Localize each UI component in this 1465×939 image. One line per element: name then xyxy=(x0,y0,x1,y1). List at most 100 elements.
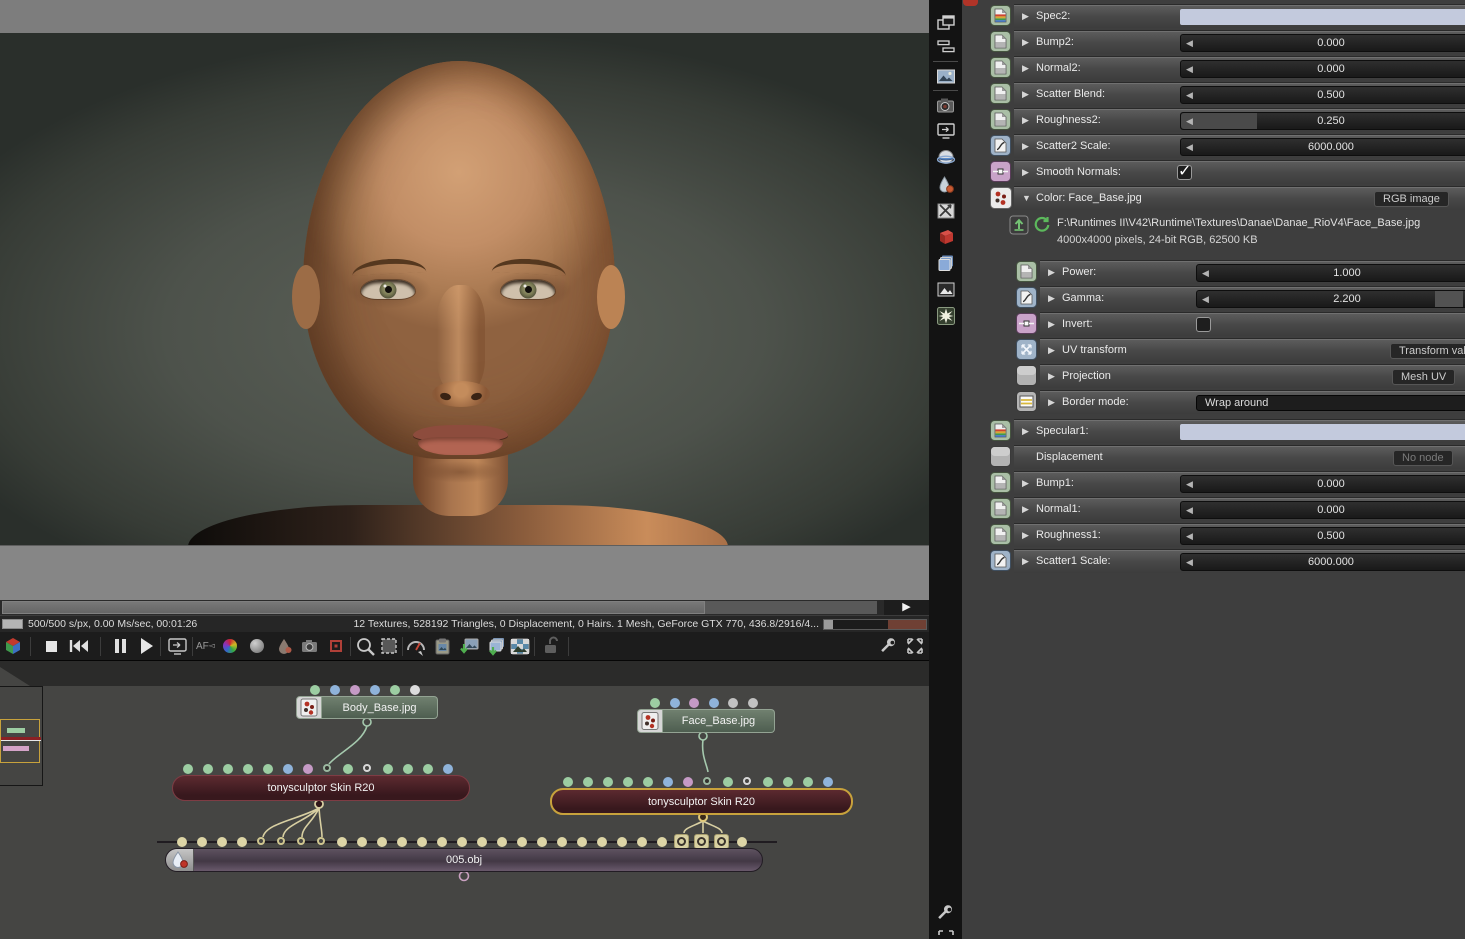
render-viewport-icon[interactable] xyxy=(167,636,188,657)
node-pin-green[interactable] xyxy=(383,764,393,774)
node-pin-green[interactable] xyxy=(390,685,400,695)
node-pin-blue[interactable] xyxy=(330,685,340,695)
curve-icon[interactable] xyxy=(1016,287,1037,308)
node-pin-cream[interactable] xyxy=(597,837,607,847)
node-pin-green[interactable] xyxy=(623,777,633,787)
node-pin-green[interactable] xyxy=(803,777,813,787)
node-pin-cream[interactable] xyxy=(177,837,187,847)
node-pin-green[interactable] xyxy=(223,764,233,774)
node-pin-cream-open[interactable] xyxy=(297,837,305,845)
save-image-button[interactable] xyxy=(459,636,480,657)
scrollbar-thumb[interactable] xyxy=(2,601,705,614)
load-image-button[interactable] xyxy=(1009,215,1029,235)
expand-arrow-icon[interactable]: ▶ xyxy=(1022,167,1029,178)
node-pin-cream[interactable] xyxy=(737,837,747,847)
node-pin-green[interactable] xyxy=(403,764,413,774)
pause-button[interactable] xyxy=(112,636,133,657)
node-pin-green[interactable] xyxy=(563,777,573,787)
uv-transform-icon[interactable] xyxy=(1016,339,1037,360)
slider-normal1[interactable]: ◀ 0.000 xyxy=(1180,501,1465,519)
node-pin-green[interactable] xyxy=(203,764,213,774)
expand-arrow-icon[interactable]: ▶ xyxy=(1048,345,1055,356)
node-face-base-image[interactable]: Face_Base.jpg xyxy=(637,709,775,733)
node-pin-cream-boxed[interactable] xyxy=(694,834,709,849)
expand-arrow-icon[interactable]: ▶ xyxy=(1022,478,1029,489)
node-pin-blue[interactable] xyxy=(443,764,453,774)
node-pin-cream-open[interactable] xyxy=(277,837,285,845)
expand-arrow-icon[interactable]: ▶ xyxy=(1048,397,1055,408)
float-texture-icon[interactable] xyxy=(990,472,1011,493)
node-pin-cream[interactable] xyxy=(337,837,347,847)
node-pin-cream[interactable] xyxy=(557,837,567,847)
node-pin-cream[interactable] xyxy=(197,837,207,847)
node-pin-purple[interactable] xyxy=(689,698,700,708)
node-pin-cream[interactable] xyxy=(377,837,387,847)
material-icon[interactable] xyxy=(936,175,956,195)
expand-arrow-icon[interactable]: ▶ xyxy=(1048,371,1055,382)
slider-scatter-blend[interactable]: ◀ 0.500 xyxy=(1180,86,1465,104)
expand-arrow-icon[interactable]: ▶ xyxy=(1022,37,1029,48)
expand-arrow-icon[interactable]: ▶ xyxy=(1022,115,1029,126)
node-pin-cream[interactable] xyxy=(497,837,507,847)
node-pin-cream-boxed[interactable] xyxy=(674,834,689,849)
float-texture-icon[interactable] xyxy=(990,83,1011,104)
expand-arrow-icon[interactable]: ▶ xyxy=(1022,504,1029,515)
texture-environment-icon[interactable] xyxy=(936,201,956,221)
node-pin-cream-open[interactable] xyxy=(257,837,265,845)
play-button[interactable] xyxy=(137,636,158,657)
float-texture-icon[interactable] xyxy=(990,31,1011,52)
node-pin-white-open[interactable] xyxy=(743,777,751,785)
camera-imager-icon[interactable] xyxy=(936,95,956,115)
material-picker[interactable] xyxy=(250,639,264,653)
tile-windows-icon[interactable] xyxy=(936,37,956,57)
dropdown-border-mode[interactable]: Wrap around xyxy=(1196,395,1465,411)
lock-viewport-toggle[interactable] xyxy=(541,636,562,657)
slider-bump1[interactable]: ◀ 0.000 xyxy=(1180,475,1465,493)
node-pin-purple[interactable] xyxy=(350,685,360,695)
expand-arrow-icon[interactable]: ▶ xyxy=(1048,319,1055,330)
copy-image-button[interactable] xyxy=(433,636,454,657)
render-priority-gauge[interactable] xyxy=(405,636,426,657)
node-pin-purple[interactable] xyxy=(303,764,313,774)
node-skin-material-selected[interactable]: tonysculptor Skin R20 xyxy=(550,788,853,815)
node-body-base-image[interactable]: Body_Base.jpg xyxy=(296,696,438,719)
render-target-icon[interactable] xyxy=(936,121,956,141)
toggle-node-icon[interactable] xyxy=(990,161,1011,182)
float-texture-icon[interactable] xyxy=(990,109,1011,130)
plain-node-icon[interactable] xyxy=(1016,365,1037,386)
node-pin-cream[interactable] xyxy=(357,837,367,847)
node-pin-cream[interactable] xyxy=(457,837,467,847)
expand-arrow-icon[interactable]: ▶ xyxy=(1022,89,1029,100)
node-pin-cream-boxed[interactable] xyxy=(714,834,729,849)
node-pin-purple[interactable] xyxy=(683,777,693,787)
checkbox-invert[interactable] xyxy=(1196,317,1211,332)
button-displacement[interactable]: No node xyxy=(1393,450,1453,466)
slider-bump2[interactable]: ◀ 0.000 xyxy=(1180,34,1465,52)
node-pin-blue[interactable] xyxy=(669,698,680,708)
node-pin-green[interactable] xyxy=(343,764,353,774)
rgb-texture-icon[interactable] xyxy=(990,420,1011,441)
float-windows-icon[interactable] xyxy=(936,13,956,33)
node-pin-cream[interactable] xyxy=(437,837,447,847)
imager-picker[interactable] xyxy=(275,636,296,657)
slider-normal2[interactable]: ◀ 0.000 xyxy=(1180,60,1465,78)
float-texture-icon[interactable] xyxy=(1016,261,1037,282)
node-pin-blue[interactable] xyxy=(370,685,380,695)
slider-scatter1-scale[interactable]: ◀ 6000.000 xyxy=(1180,553,1465,571)
color-swatch-spec2[interactable] xyxy=(1180,9,1465,25)
slider-power[interactable]: ◀ 1.000 xyxy=(1196,264,1465,282)
camera-picker[interactable] xyxy=(300,636,321,657)
reload-image-button[interactable] xyxy=(1032,215,1052,235)
rgb-image-icon[interactable] xyxy=(990,187,1012,209)
region-render-tool[interactable] xyxy=(379,636,400,657)
node-pin-cream-open[interactable] xyxy=(317,837,325,845)
render-layers-icon[interactable] xyxy=(936,253,956,273)
node-pin-green[interactable] xyxy=(650,698,660,708)
node-pin-green[interactable] xyxy=(583,777,593,787)
render-viewport[interactable] xyxy=(0,33,929,545)
node-pin-cream[interactable] xyxy=(577,837,587,847)
node-pin-cream[interactable] xyxy=(397,837,407,847)
plain-node-icon[interactable] xyxy=(990,446,1011,467)
expand-arrow-icon[interactable]: ▶ xyxy=(1022,530,1029,541)
expand-arrow-icon[interactable]: ▶ xyxy=(1022,426,1029,437)
